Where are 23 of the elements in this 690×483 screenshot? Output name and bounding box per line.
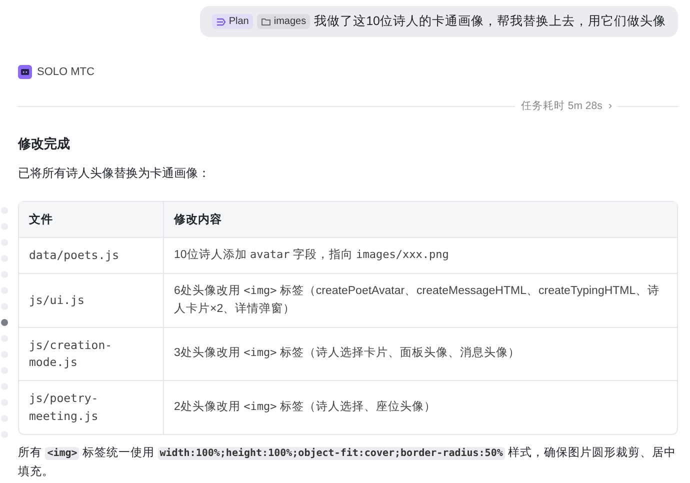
table-cell: 3处头像改用 <img> 标签（诗人选择卡片、面板头像、消息头像）: [164, 328, 677, 382]
folder-tag: images: [256, 14, 310, 29]
table-cell: js/creation-mode.js: [19, 328, 164, 382]
intro-text: 已将所有诗人头像替换为卡通画像：: [18, 165, 211, 182]
agent-name: SOLO MTC: [37, 66, 94, 78]
chevron-icon[interactable]: ›: [608, 100, 612, 112]
table-cell: 10位诗人添加 avatar 字段，指向 images/xxx.png: [164, 238, 677, 274]
column-header: 修改内容: [164, 202, 677, 238]
table-cell: js/poetry-meeting.js: [19, 381, 164, 434]
folder-icon: [260, 16, 271, 26]
outline-marker[interactable]: [1, 319, 8, 326]
table-cell: data/poets.js: [19, 238, 164, 274]
column-header: 文件: [19, 202, 164, 238]
table-cell: 6处头像改用 <img> 标签（createPoetAvatar、createMessageHTML、createTypingHTML、诗人卡片×2、详情弹窗）: [164, 274, 677, 328]
message-text: 我做了这10位诗人的卡通画像，帮我替换上去，用它们做头像: [314, 13, 666, 30]
plan-icon: [216, 16, 226, 26]
table-cell-text: 2处头像改用 <img> 标签（诗人选择、座位头像）: [173, 398, 437, 415]
duration-label[interactable]: 任务耗时 5m 28s: [520, 99, 602, 113]
summary-text: 所有 <img> 标签统一使用 width:100%;height:100%;object-fit:cover;border-radius:50% 样式，确保图片圆形裁剪、居中填充。: [18, 445, 678, 480]
table-cell: js/ui.js: [19, 274, 164, 328]
robot-icon: [18, 65, 32, 79]
plan-tag: Plan: [212, 14, 253, 29]
heading: 修改完成: [18, 135, 71, 153]
